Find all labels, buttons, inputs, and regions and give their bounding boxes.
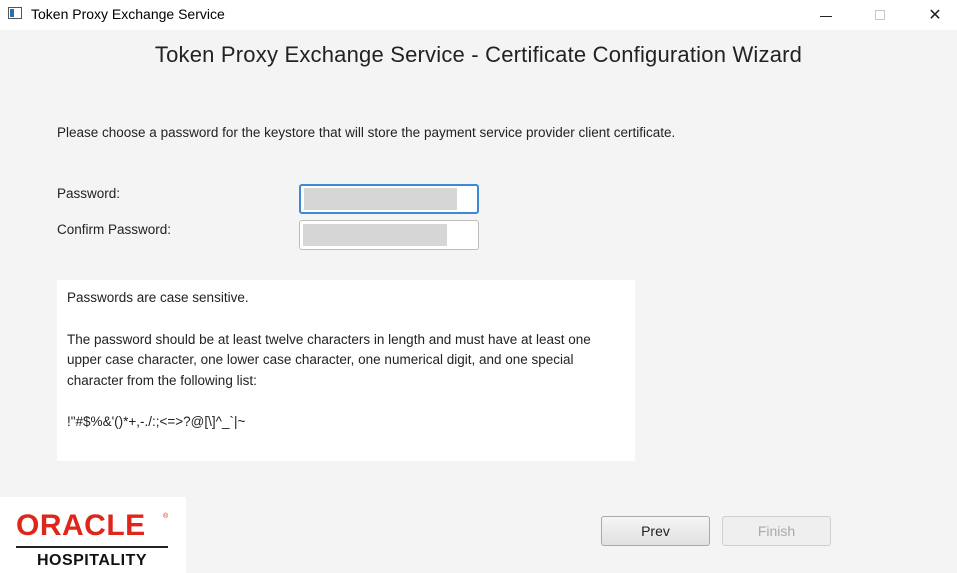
instructions-text: Please choose a password for the keystor… bbox=[57, 125, 676, 140]
oracle-wordmark: ORACLE bbox=[16, 509, 146, 542]
password-field[interactable] bbox=[299, 184, 479, 214]
logo-divider bbox=[16, 546, 168, 548]
minimize-icon bbox=[820, 15, 832, 17]
app-window-icon bbox=[8, 7, 22, 19]
hospitality-text: HOSPITALITY bbox=[36, 552, 148, 569]
case-sensitive-note: Passwords are case sensitive. bbox=[67, 290, 249, 305]
special-characters-list: !"#$%&'()*+,-./:;<=>?@[\]^_`|~ bbox=[67, 414, 246, 429]
password-label: Password: bbox=[57, 186, 121, 201]
close-icon: ✕ bbox=[928, 7, 942, 24]
registered-mark: ® bbox=[163, 513, 169, 520]
maximize-icon bbox=[875, 10, 885, 20]
maximize-button[interactable] bbox=[857, 0, 903, 30]
masked-password-value bbox=[304, 188, 457, 210]
title-bar: Token Proxy Exchange Service ✕ bbox=[0, 0, 957, 30]
close-button[interactable]: ✕ bbox=[912, 0, 957, 30]
confirm-password-label: Confirm Password: bbox=[57, 222, 172, 237]
masked-confirm-password-value bbox=[303, 224, 447, 246]
prev-button[interactable]: Prev bbox=[601, 516, 710, 546]
length-requirements-text: The password should be at least twelve c… bbox=[67, 331, 591, 388]
password-requirements-box: Passwords are case sensitive. The passwo… bbox=[57, 280, 635, 461]
finish-button[interactable]: Finish bbox=[722, 516, 831, 546]
confirm-password-field[interactable] bbox=[299, 220, 479, 250]
oracle-hospitality-logo: ORACLE ® HOSPITALITY bbox=[0, 497, 186, 573]
wizard-heading: Token Proxy Exchange Service - Certifica… bbox=[154, 42, 803, 67]
window-title: Token Proxy Exchange Service bbox=[31, 6, 225, 22]
minimize-button[interactable] bbox=[803, 0, 849, 30]
